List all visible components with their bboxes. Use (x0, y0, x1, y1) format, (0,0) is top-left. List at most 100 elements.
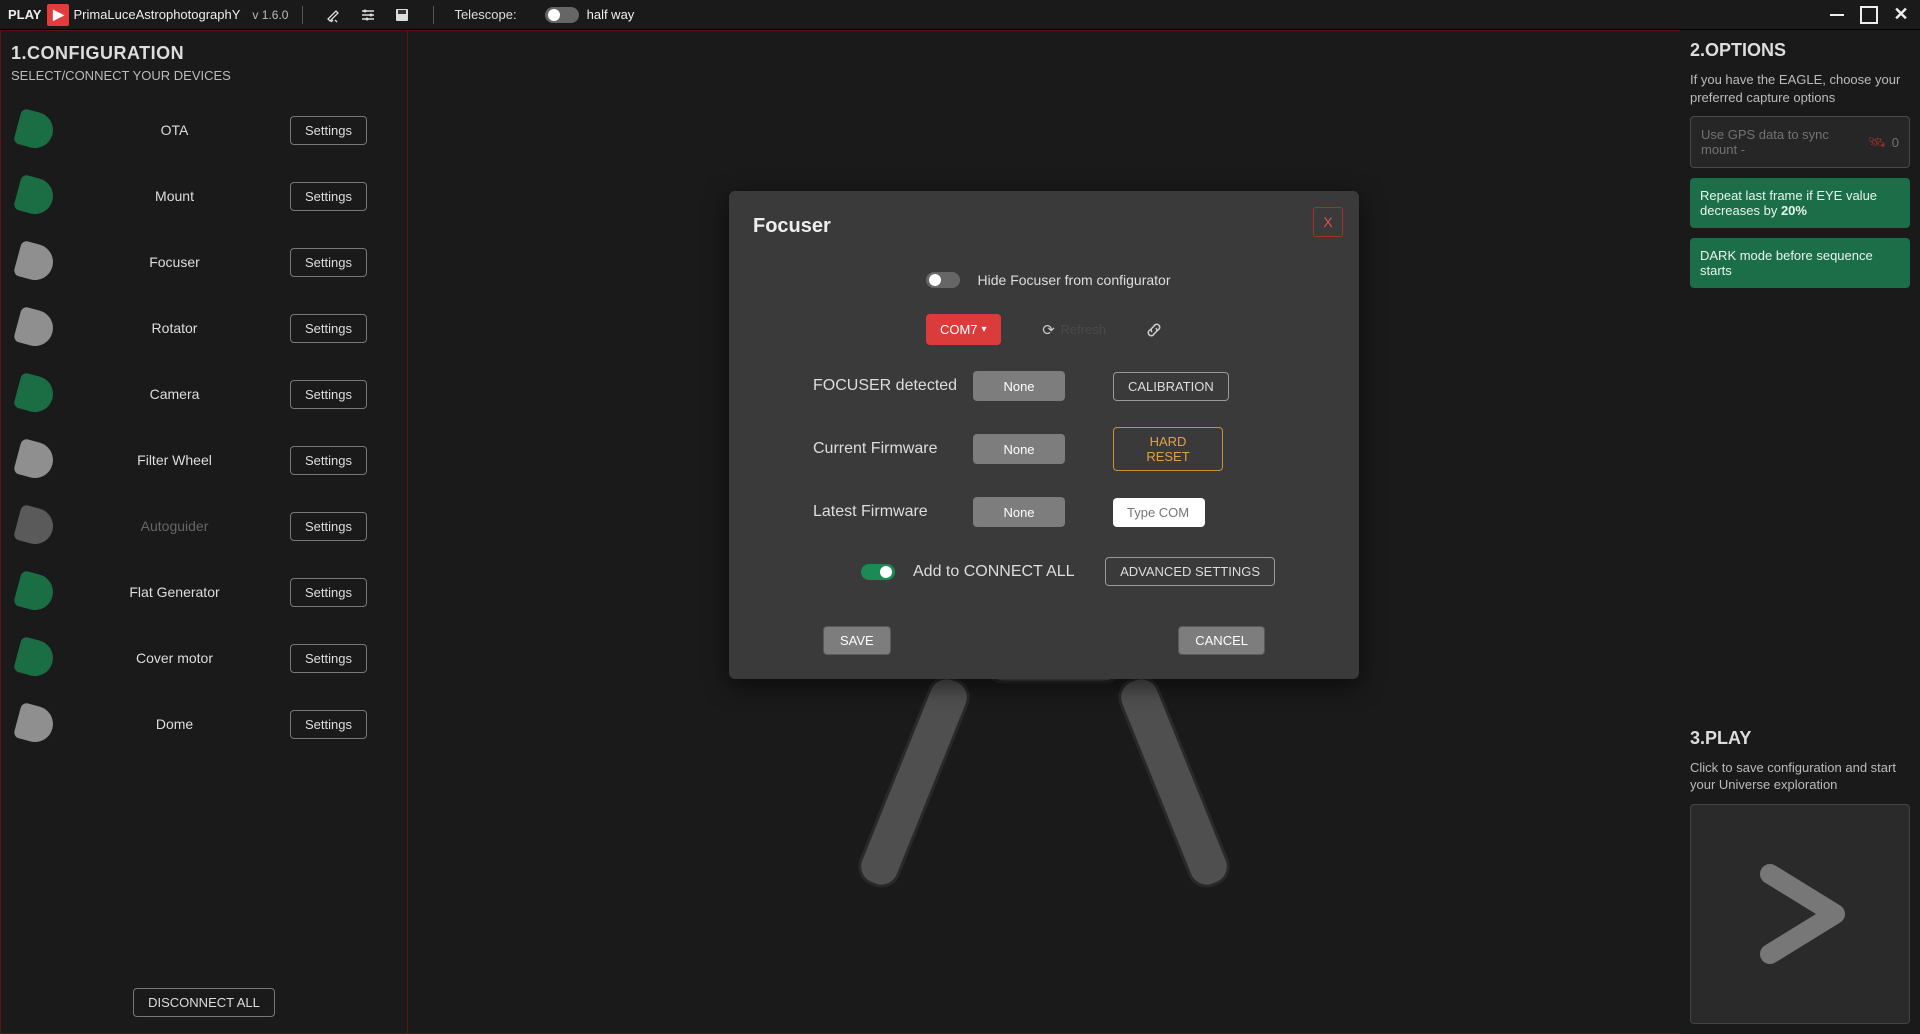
device-row-mount: MountSettings (11, 163, 397, 229)
device-settings-button[interactable]: Settings (290, 512, 367, 541)
modal-backdrop: Focuser X Hide Focuser from configurator… (408, 31, 1680, 1033)
device-icon (13, 636, 57, 680)
device-name: Mount (59, 188, 290, 204)
device-settings-button[interactable]: Settings (290, 710, 367, 739)
cancel-button[interactable]: CANCEL (1178, 626, 1265, 655)
hide-focuser-toggle[interactable] (926, 272, 960, 288)
device-name: Dome (59, 716, 290, 732)
play-label: PLAY (8, 7, 41, 22)
hide-focuser-label: Hide Focuser from configurator (978, 272, 1171, 288)
com-port-dropdown[interactable]: COM7 (926, 314, 1001, 345)
save-button[interactable]: SAVE (823, 626, 891, 655)
device-row-rotator: RotatorSettings (11, 295, 397, 361)
device-icon (13, 570, 57, 614)
focuser-detected-label: FOCUSER detected (813, 377, 973, 395)
repeat-frame-button[interactable]: Repeat last frame if EYE value decreases… (1690, 178, 1910, 228)
satellite-icon: 🛰 (1868, 134, 1886, 151)
device-settings-button[interactable]: Settings (290, 116, 367, 145)
device-row-focuser: FocuserSettings (11, 229, 397, 295)
topbar: PLAY ▶ PrimaLuceAstrophotographY v 1.6.0… (0, 0, 1920, 30)
device-row-dome: DomeSettings (11, 691, 397, 757)
dark-mode-button[interactable]: DARK mode before sequence starts (1690, 238, 1910, 288)
focuser-dialog: Focuser X Hide Focuser from configurator… (729, 191, 1359, 679)
device-icon (13, 174, 57, 218)
device-row-flat-generator: Flat GeneratorSettings (11, 559, 397, 625)
telescope-label: Telescope: (454, 7, 516, 22)
device-icon (13, 504, 57, 548)
play-button[interactable] (1690, 804, 1910, 1024)
play-title: 3.PLAY (1690, 728, 1910, 749)
device-settings-button[interactable]: Settings (290, 578, 367, 607)
device-settings-button[interactable]: Settings (290, 182, 367, 211)
disconnect-all-button[interactable]: DISCONNECT ALL (133, 988, 275, 1017)
app-logo-icon: ▶ (47, 4, 69, 26)
connect-all-toggle[interactable] (861, 564, 895, 580)
device-settings-button[interactable]: Settings (290, 314, 367, 343)
options-subtitle: If you have the EAGLE, choose your prefe… (1690, 71, 1910, 106)
options-panel: 2.OPTIONS If you have the EAGLE, choose … (1680, 30, 1920, 1034)
device-name: Focuser (59, 254, 290, 270)
window-close-icon[interactable] (1890, 4, 1912, 26)
link-icon[interactable] (1146, 322, 1162, 338)
device-name: Camera (59, 386, 290, 402)
current-firmware-label: Current Firmware (813, 440, 973, 458)
device-row-filter-wheel: Filter WheelSettings (11, 427, 397, 493)
connect-all-label: Add to CONNECT ALL (913, 563, 1075, 581)
device-row-ota: OTASettings (11, 97, 397, 163)
telescope-toggle[interactable] (545, 7, 579, 23)
calibration-button[interactable]: CALIBRATION (1113, 372, 1229, 401)
current-firmware-value: None (973, 434, 1065, 464)
device-name: Autoguider (59, 518, 290, 534)
gps-sync-label: Use GPS data to sync mount - (1701, 127, 1862, 157)
device-icon (13, 372, 57, 416)
repeat-frame-pct: 20% (1781, 203, 1807, 218)
device-name: OTA (59, 122, 290, 138)
device-settings-button[interactable]: Settings (290, 248, 367, 277)
telescope-icon[interactable] (325, 6, 343, 24)
refresh-icon[interactable]: ⟳ (1041, 322, 1057, 338)
separator (302, 6, 303, 24)
dialog-close-button[interactable]: X (1313, 207, 1343, 237)
device-icon (13, 108, 57, 152)
refresh-label[interactable]: Refresh (1061, 322, 1107, 337)
type-com-input[interactable] (1113, 498, 1205, 527)
device-settings-button[interactable]: Settings (290, 644, 367, 673)
device-icon (13, 240, 57, 284)
device-settings-button[interactable]: Settings (290, 380, 367, 409)
play-icon (1740, 854, 1860, 974)
sliders-icon[interactable] (359, 6, 377, 24)
save-icon[interactable] (393, 6, 411, 24)
window-maximize-icon[interactable] (1858, 4, 1880, 26)
version-label: v 1.6.0 (252, 8, 288, 22)
gps-sync-button[interactable]: Use GPS data to sync mount - 🛰 0 (1690, 116, 1910, 168)
configuration-subtitle: SELECT/CONNECT YOUR DEVICES (11, 68, 397, 83)
window-minimize-icon[interactable] (1826, 4, 1848, 26)
configuration-title: 1.CONFIGURATION (11, 43, 397, 64)
device-row-camera: CameraSettings (11, 361, 397, 427)
hard-reset-button[interactable]: HARD RESET (1113, 427, 1223, 471)
options-title: 2.OPTIONS (1690, 40, 1910, 61)
device-name: Flat Generator (59, 584, 290, 600)
device-row-autoguider: AutoguiderSettings (11, 493, 397, 559)
focuser-detected-value: None (973, 371, 1065, 401)
device-list: OTASettingsMountSettingsFocuserSettingsR… (11, 97, 397, 978)
device-row-cover-motor: Cover motorSettings (11, 625, 397, 691)
configuration-panel: 1.CONFIGURATION SELECT/CONNECT YOUR DEVI… (0, 30, 408, 1034)
telescope-status: half way (587, 7, 635, 22)
advanced-settings-button[interactable]: ADVANCED SETTINGS (1105, 557, 1275, 586)
device-name: Rotator (59, 320, 290, 336)
dialog-title: Focuser (753, 215, 1335, 238)
preview-canvas: Focuser X Hide Focuser from configurator… (408, 30, 1680, 1034)
gps-badge: 0 (1892, 135, 1899, 150)
device-icon (13, 702, 57, 746)
device-name: Cover motor (59, 650, 290, 666)
device-icon (13, 306, 57, 350)
device-name: Filter Wheel (59, 452, 290, 468)
device-icon (13, 438, 57, 482)
separator (433, 6, 434, 24)
play-subtitle: Click to save configuration and start yo… (1690, 759, 1910, 794)
device-settings-button[interactable]: Settings (290, 446, 367, 475)
latest-firmware-value: None (973, 497, 1065, 527)
brand-label: PrimaLuceAstrophotographY (73, 7, 240, 22)
latest-firmware-label: Latest Firmware (813, 503, 973, 521)
